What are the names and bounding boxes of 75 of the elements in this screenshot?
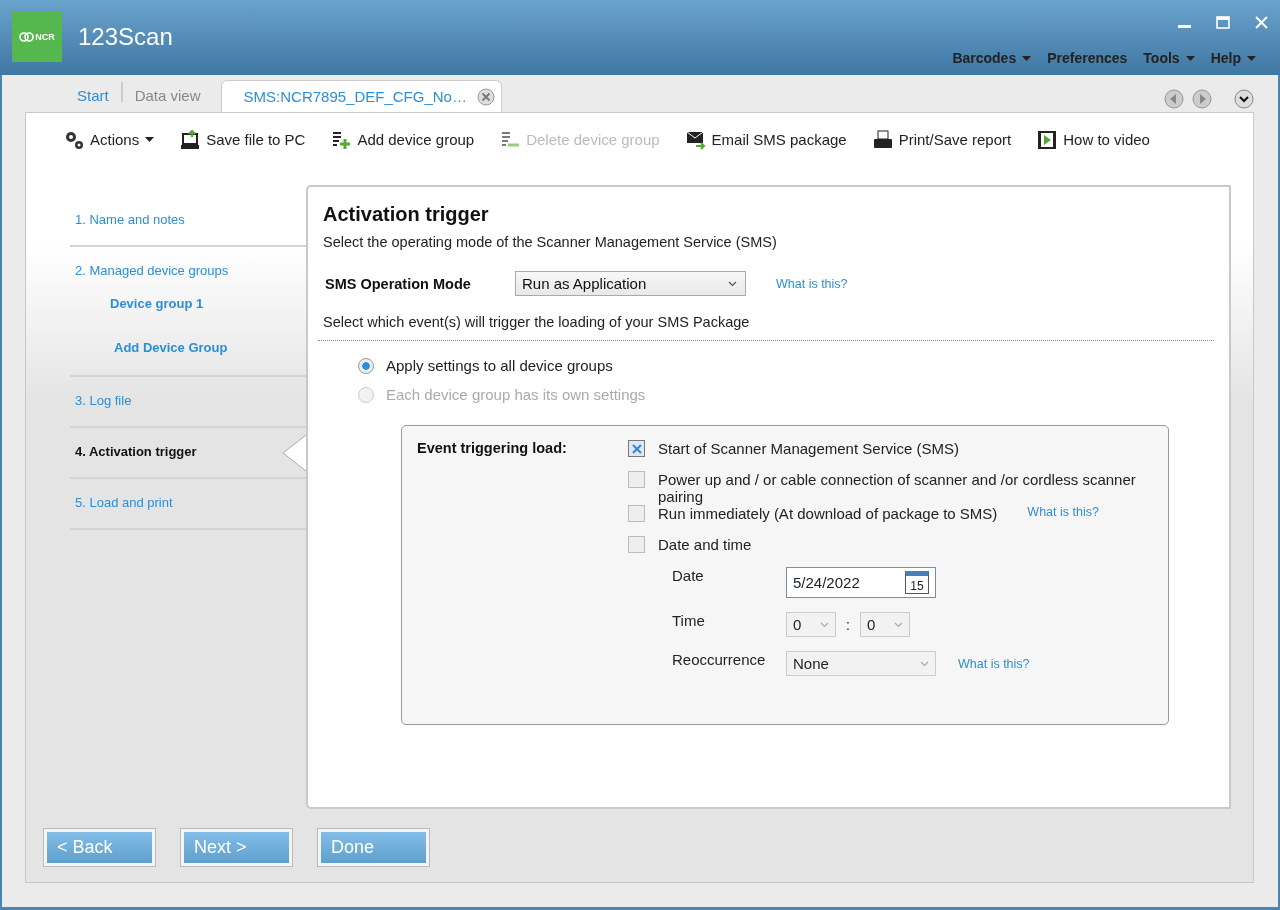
date-field[interactable]: 5/24/2022 15 [786,567,936,598]
menu-item[interactable]: Barcodes [946,50,1038,66]
close-icon [1255,15,1268,29]
wizard-button[interactable]: Next > [181,829,292,866]
calendar-icon[interactable]: 15 [905,571,929,594]
dropdown[interactable]: Run as Application [515,271,746,296]
menu-item[interactable]: Preferences [1041,50,1134,66]
toolbar-button[interactable]: Email SMS package [685,129,847,150]
cross-mark-icon [630,442,643,455]
toolbar-button[interactable]: Actions [64,129,155,150]
back-icon [1164,89,1184,109]
chevron-down-icon [728,280,737,287]
toolbar-button[interactable]: Add device group [331,129,475,150]
radio-label: Each device group has its own settings [386,386,646,403]
description: Select which event(s) will trigger the loading of your SMS Package [323,314,751,330]
tab[interactable]: Data view [122,87,213,112]
wizard-button[interactable]: < Back [44,829,155,866]
chevron-down-icon [1234,89,1254,109]
checkbox[interactable] [628,505,645,522]
caret-icon [1247,55,1256,61]
close-icon [476,87,495,106]
chevron-down-icon [820,621,829,628]
caret-icon [1022,55,1032,61]
checkbox[interactable] [628,471,645,488]
checkbox-label: Run immediately (At download of package to SMS) [658,505,998,522]
step-link[interactable]: 4. Activation trigger [70,428,276,477]
menu-item[interactable]: Tools [1137,50,1201,66]
field-label: Time [672,612,706,629]
menu-item[interactable]: Help [1204,50,1262,66]
forward-icon [1192,89,1212,109]
help-link[interactable]: What is this? [1027,505,1099,519]
step-link[interactable]: 3. Log file [70,377,306,426]
caret-icon [145,137,155,142]
toolbar-button[interactable]: How to video [1037,129,1150,150]
film-play-icon [1037,129,1058,150]
toolbar-button[interactable]: Save file to PC [180,129,306,150]
help-link[interactable]: What is this? [958,656,1030,671]
help-link[interactable]: What is this? [776,276,848,291]
minimize-icon [1178,24,1191,28]
tab[interactable]: SMS:NCR7895_DEF_CFG_No… [220,80,502,112]
list-plus-icon [331,129,352,150]
checkbox-label: Start of Scanner Management Service (SMS) [658,440,959,457]
envelope-arrow-icon [685,129,706,150]
section-title: Activation trigger [323,203,490,226]
chevron-down-icon [893,621,903,628]
logo-text: NCR [35,32,55,42]
step-link[interactable]: 1. Name and notes [70,196,306,245]
panel-heading: Event triggering load: [417,440,568,458]
time-separator: : [846,616,850,633]
gears-icon [64,129,84,150]
app-title: 123Scan [78,23,173,51]
list-minus-icon [500,129,521,150]
step-link[interactable]: 5. Load and print [70,479,306,528]
caret-icon [1185,55,1195,61]
radio-button[interactable] [358,357,374,374]
substep-link[interactable]: Add Device Group [70,340,306,375]
rings-icon [19,32,35,42]
checkbox-label: Power up and / or cable connection of scanner and /or cordless scanner pairing [658,471,1137,505]
chevron-down-icon [920,660,929,667]
radio-label: Apply settings to all device groups [386,357,613,374]
checkbox[interactable] [628,536,645,553]
substep-link[interactable]: Device group 1 [70,296,306,340]
field-label: SMS Operation Mode [324,275,472,292]
step-link[interactable]: 2. Managed device groups [70,247,306,296]
checkbox-label: Date and time [658,536,752,553]
field-label: Reoccurrence [672,651,767,668]
field-label: Date [672,567,705,584]
maximize-icon [1216,15,1230,29]
tab[interactable]: Start [65,87,121,112]
toolbar-button[interactable]: Print/Save report [872,129,1012,150]
printer-icon [872,129,893,150]
checkbox[interactable] [628,440,645,457]
wizard-button[interactable]: Done [318,829,429,866]
description: Select the operating mode of the Scanner Management Service (SMS) [323,234,778,250]
laptop-arrow-icon [180,129,201,150]
